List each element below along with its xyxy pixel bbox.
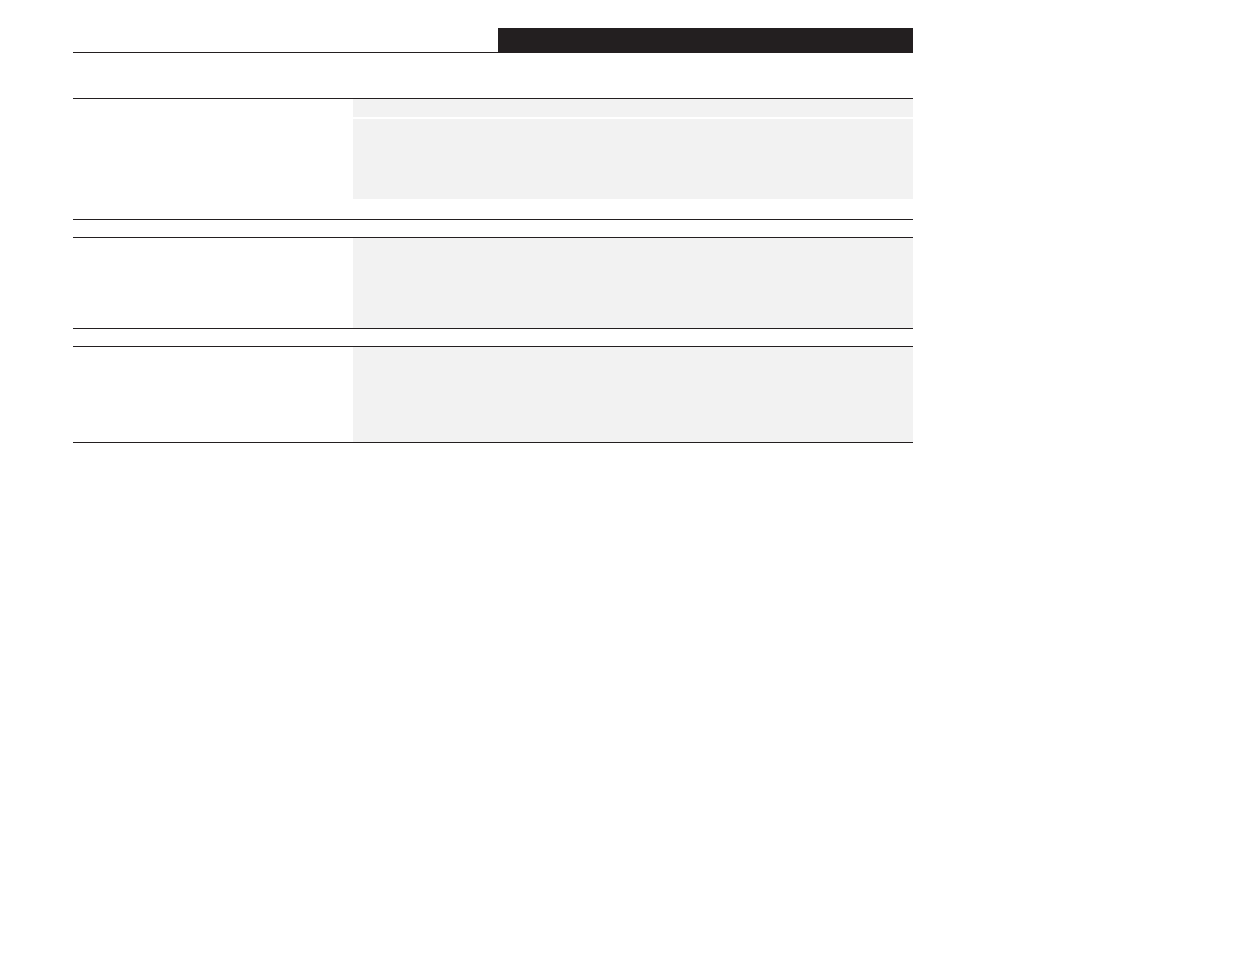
panel-2: [73, 237, 913, 329]
panel-1-right-body: [353, 119, 913, 199]
panel-3: [73, 346, 913, 443]
panel-separator-1: [73, 220, 913, 237]
header-black-tab: [498, 28, 913, 52]
page-header-bar: [73, 28, 913, 53]
panel-2-right-body: [353, 238, 913, 328]
panel-1-left: [73, 99, 353, 219]
panel-3-left: [73, 347, 353, 442]
panel-separator-2: [73, 329, 913, 346]
panel-3-right: [353, 347, 913, 442]
panel-1: [73, 98, 913, 220]
panel-1-right: [353, 99, 913, 219]
panel-1-right-header-strip: [353, 99, 913, 117]
header-gap: [73, 53, 913, 98]
page-frame: [73, 28, 913, 443]
panel-3-right-body: [353, 347, 913, 442]
panel-2-right: [353, 238, 913, 328]
panel-2-left: [73, 238, 353, 328]
